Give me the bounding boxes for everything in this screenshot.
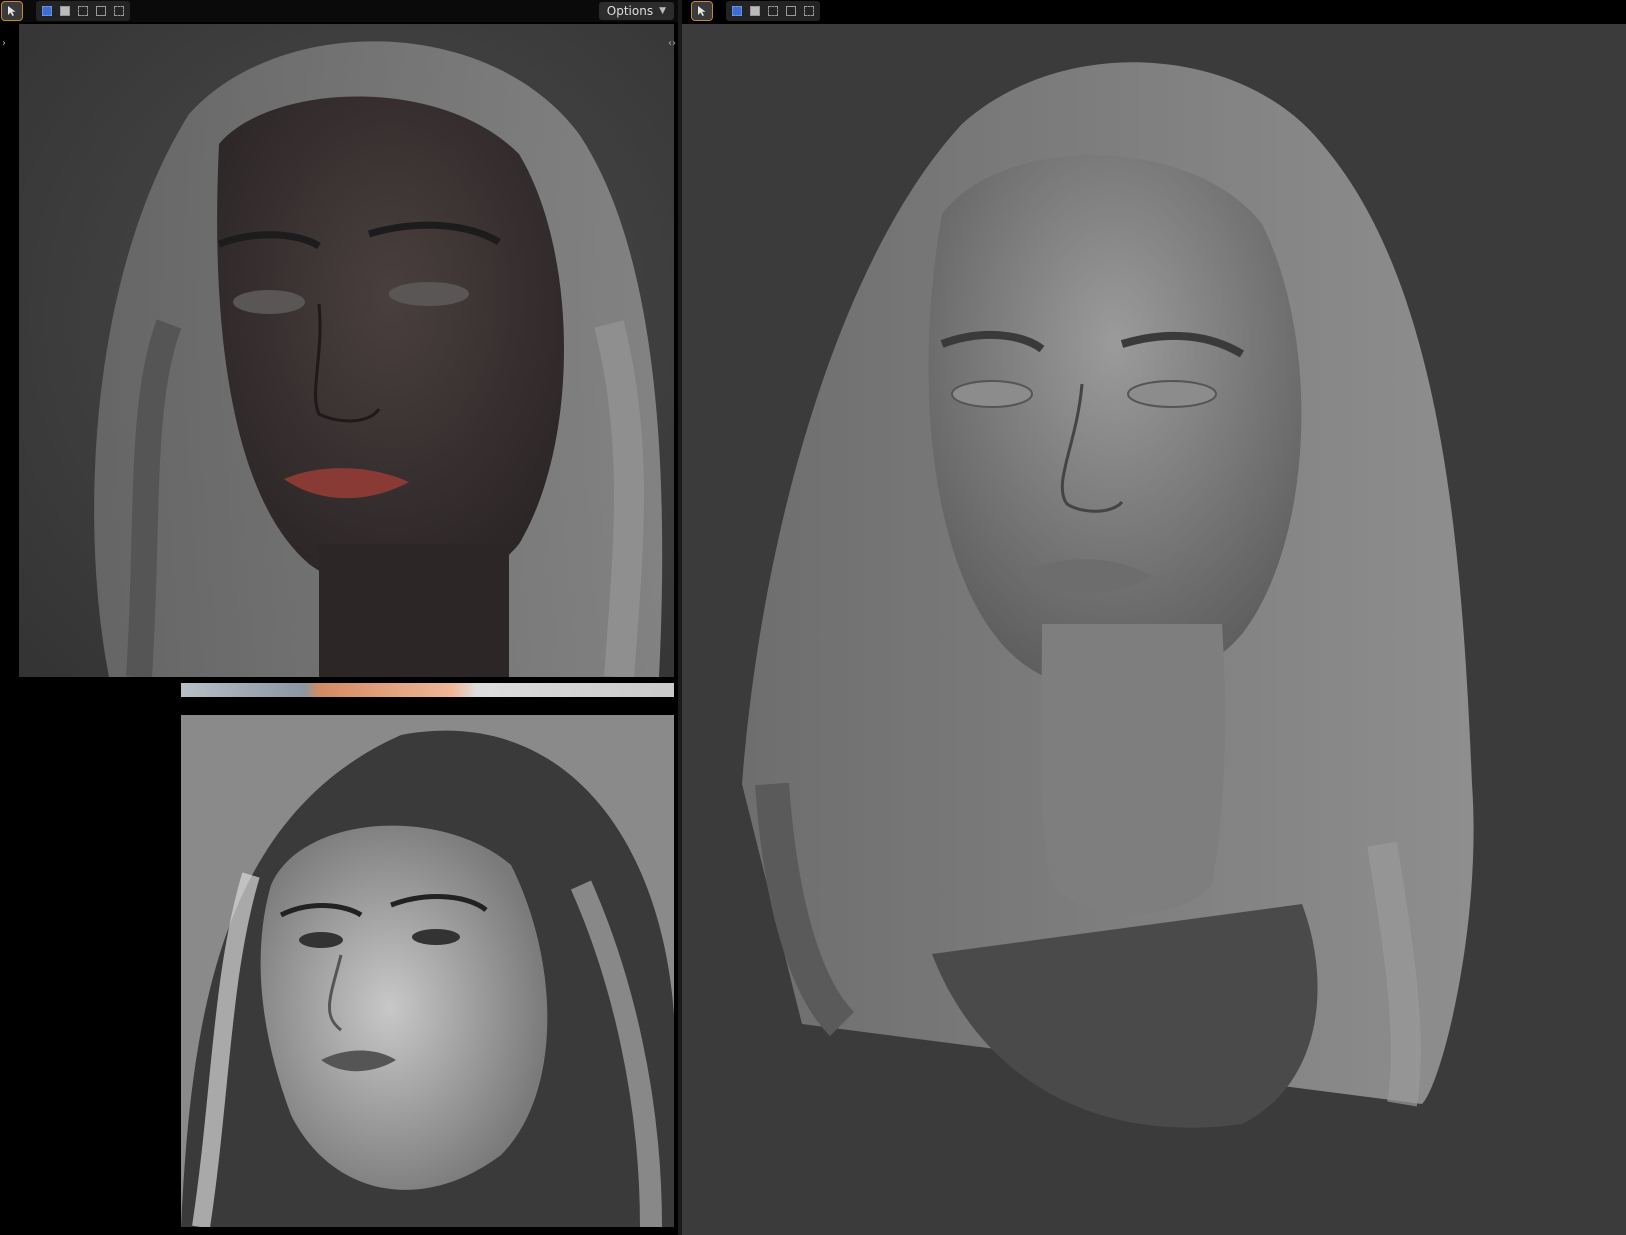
left-viewport-header: Options ▼ (0, 0, 680, 22)
mode-new-icon (732, 6, 742, 16)
reference-photo (181, 715, 674, 1227)
mode-new-button[interactable] (39, 3, 55, 19)
mode-invert-icon (96, 6, 106, 16)
render-head-illustration (94, 41, 663, 677)
mode-intersect-icon (114, 6, 124, 16)
cursor-arrow-icon (698, 6, 706, 16)
cursor-arrow-icon (8, 6, 16, 16)
area-split-left-icon[interactable]: › (2, 38, 6, 49)
mode-intersect-button[interactable] (801, 3, 817, 19)
right-3d-viewport[interactable] (682, 24, 1626, 1235)
right-viewport-header (690, 0, 1626, 22)
mode-extend-icon (60, 6, 70, 16)
select-tool-button[interactable] (1, 1, 23, 21)
mode-intersect-icon (804, 6, 814, 16)
mode-invert-button[interactable] (93, 3, 109, 19)
area-split-right-icon[interactable]: ‹› (668, 38, 676, 49)
mode-subtract-button[interactable] (75, 3, 91, 19)
left-3d-viewport[interactable] (19, 24, 674, 677)
mode-extend-button[interactable] (747, 3, 763, 19)
mode-subtract-button[interactable] (765, 3, 781, 19)
mode-invert-button[interactable] (783, 3, 799, 19)
selection-mode-group (36, 1, 130, 21)
mode-intersect-button[interactable] (111, 3, 127, 19)
mode-extend-icon (750, 6, 760, 16)
mode-invert-icon (786, 6, 796, 16)
chevron-down-icon: ▼ (659, 6, 666, 16)
selection-mode-group (726, 1, 820, 21)
options-label: Options (606, 4, 654, 18)
mode-extend-button[interactable] (57, 3, 73, 19)
reference-portrait-illustration (181, 715, 674, 1227)
mode-subtract-icon (78, 6, 88, 16)
sculpt-head-illustration (742, 62, 1474, 1128)
select-tool-button[interactable] (691, 1, 713, 21)
mode-new-button[interactable] (729, 3, 745, 19)
mode-subtract-icon (768, 6, 778, 16)
options-dropdown[interactable]: Options ▼ (598, 2, 674, 20)
reference-strip (181, 683, 674, 697)
mode-new-icon (42, 6, 52, 16)
